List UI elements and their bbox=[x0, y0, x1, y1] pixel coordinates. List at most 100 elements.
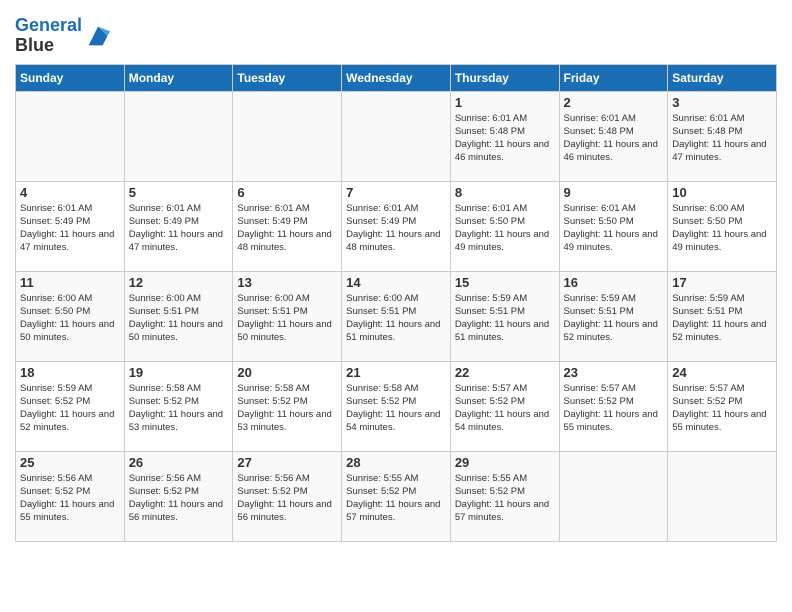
day-number: 7 bbox=[346, 185, 446, 200]
day-number: 10 bbox=[672, 185, 772, 200]
page-header: GeneralBlue bbox=[15, 10, 777, 56]
day-info: Sunrise: 5:55 AM Sunset: 5:52 PM Dayligh… bbox=[455, 472, 555, 525]
calendar-table: SundayMondayTuesdayWednesdayThursdayFrid… bbox=[15, 64, 777, 542]
day-info: Sunrise: 5:59 AM Sunset: 5:52 PM Dayligh… bbox=[20, 382, 120, 435]
calendar-cell: 21 Sunrise: 5:58 AM Sunset: 5:52 PM Dayli… bbox=[342, 361, 451, 451]
day-info: Sunrise: 5:58 AM Sunset: 5:52 PM Dayligh… bbox=[237, 382, 337, 435]
calendar-cell: 22 Sunrise: 5:57 AM Sunset: 5:52 PM Dayli… bbox=[450, 361, 559, 451]
calendar-cell: 12Sunrise: 6:00 AM Sunset: 5:51 PM Dayli… bbox=[124, 271, 233, 361]
calendar-cell: 1 Sunrise: 6:01 AM Sunset: 5:48 PM Daylig… bbox=[450, 91, 559, 181]
day-info: Sunrise: 5:58 AM Sunset: 5:52 PM Dayligh… bbox=[129, 382, 229, 435]
calendar-cell: 2 Sunrise: 6:01 AM Sunset: 5:48 PM Daylig… bbox=[559, 91, 668, 181]
day-number: 3 bbox=[672, 95, 772, 110]
day-number: 9 bbox=[564, 185, 664, 200]
calendar-cell: 27 Sunrise: 5:56 AM Sunset: 5:52 PM Dayli… bbox=[233, 451, 342, 541]
day-number: 8 bbox=[455, 185, 555, 200]
calendar-cell bbox=[124, 91, 233, 181]
calendar-cell: 18 Sunrise: 5:59 AM Sunset: 5:52 PM Dayli… bbox=[16, 361, 125, 451]
day-info: Sunrise: 6:01 AM Sunset: 5:48 PM Dayligh… bbox=[455, 112, 555, 165]
day-info: Sunrise: 6:01 AM Sunset: 5:49 PM Dayligh… bbox=[129, 202, 229, 255]
col-header-friday: Friday bbox=[559, 64, 668, 91]
day-info: Sunrise: 6:01 AM Sunset: 5:49 PM Dayligh… bbox=[20, 202, 120, 255]
day-number: 26 bbox=[129, 455, 229, 470]
day-info: Sunrise: 5:59 AM Sunset: 5:51 PM Dayligh… bbox=[455, 292, 555, 345]
day-info: Sunrise: 5:55 AM Sunset: 5:52 PM Dayligh… bbox=[346, 472, 446, 525]
day-info: Sunrise: 6:01 AM Sunset: 5:48 PM Dayligh… bbox=[564, 112, 664, 165]
day-number: 22 bbox=[455, 365, 555, 380]
calendar-cell bbox=[16, 91, 125, 181]
day-number: 20 bbox=[237, 365, 337, 380]
day-number: 15 bbox=[455, 275, 555, 290]
day-number: 25 bbox=[20, 455, 120, 470]
day-info: Sunrise: 6:01 AM Sunset: 5:50 PM Dayligh… bbox=[455, 202, 555, 255]
calendar-cell: 14 Sunrise: 6:00 AM Sunset: 5:51 PM Dayli… bbox=[342, 271, 451, 361]
col-header-monday: Monday bbox=[124, 64, 233, 91]
col-header-tuesday: Tuesday bbox=[233, 64, 342, 91]
day-info: Sunrise: 5:57 AM Sunset: 5:52 PM Dayligh… bbox=[672, 382, 772, 435]
day-info: Sunrise: 5:57 AM Sunset: 5:52 PM Dayligh… bbox=[455, 382, 555, 435]
day-number: 11 bbox=[20, 275, 120, 290]
calendar-cell: 4 Sunrise: 6:01 AM Sunset: 5:49 PM Daylig… bbox=[16, 181, 125, 271]
calendar-cell: 23 Sunrise: 5:57 AM Sunset: 5:52 PM Dayli… bbox=[559, 361, 668, 451]
day-info: Sunrise: 6:00 AM Sunset: 5:50 PM Dayligh… bbox=[20, 292, 120, 345]
logo-text: GeneralBlue bbox=[15, 16, 82, 56]
day-number: 6 bbox=[237, 185, 337, 200]
calendar-cell: 16 Sunrise: 5:59 AM Sunset: 5:51 PM Dayli… bbox=[559, 271, 668, 361]
calendar-cell bbox=[342, 91, 451, 181]
calendar-cell: 5 Sunrise: 6:01 AM Sunset: 5:49 PM Daylig… bbox=[124, 181, 233, 271]
day-info: Sunrise: 6:01 AM Sunset: 5:49 PM Dayligh… bbox=[346, 202, 446, 255]
calendar-cell: 10Sunrise: 6:00 AM Sunset: 5:50 PM Dayli… bbox=[668, 181, 777, 271]
calendar-cell: 15 Sunrise: 5:59 AM Sunset: 5:51 PM Dayli… bbox=[450, 271, 559, 361]
day-number: 16 bbox=[564, 275, 664, 290]
day-number: 18 bbox=[20, 365, 120, 380]
day-number: 24 bbox=[672, 365, 772, 380]
week-row-4: 18 Sunrise: 5:59 AM Sunset: 5:52 PM Dayli… bbox=[16, 361, 777, 451]
calendar-cell: 19 Sunrise: 5:58 AM Sunset: 5:52 PM Dayli… bbox=[124, 361, 233, 451]
calendar-cell bbox=[668, 451, 777, 541]
week-row-1: 1 Sunrise: 6:01 AM Sunset: 5:48 PM Daylig… bbox=[16, 91, 777, 181]
calendar-cell: 9 Sunrise: 6:01 AM Sunset: 5:50 PM Daylig… bbox=[559, 181, 668, 271]
day-number: 21 bbox=[346, 365, 446, 380]
day-info: Sunrise: 6:00 AM Sunset: 5:51 PM Dayligh… bbox=[346, 292, 446, 345]
day-number: 12 bbox=[129, 275, 229, 290]
day-info: Sunrise: 6:01 AM Sunset: 5:49 PM Dayligh… bbox=[237, 202, 337, 255]
calendar-cell: 26 Sunrise: 5:56 AM Sunset: 5:52 PM Dayli… bbox=[124, 451, 233, 541]
calendar-cell: 13 Sunrise: 6:00 AM Sunset: 5:51 PM Dayli… bbox=[233, 271, 342, 361]
day-number: 14 bbox=[346, 275, 446, 290]
day-number: 2 bbox=[564, 95, 664, 110]
day-info: Sunrise: 5:56 AM Sunset: 5:52 PM Dayligh… bbox=[129, 472, 229, 525]
day-info: Sunrise: 5:58 AM Sunset: 5:52 PM Dayligh… bbox=[346, 382, 446, 435]
day-number: 13 bbox=[237, 275, 337, 290]
logo: GeneralBlue bbox=[15, 16, 112, 56]
calendar-cell: 11 Sunrise: 6:00 AM Sunset: 5:50 PM Dayli… bbox=[16, 271, 125, 361]
day-number: 4 bbox=[20, 185, 120, 200]
day-info: Sunrise: 5:57 AM Sunset: 5:52 PM Dayligh… bbox=[564, 382, 664, 435]
calendar-cell: 29Sunrise: 5:55 AM Sunset: 5:52 PM Dayli… bbox=[450, 451, 559, 541]
day-info: Sunrise: 5:56 AM Sunset: 5:52 PM Dayligh… bbox=[237, 472, 337, 525]
calendar-cell: 7 Sunrise: 6:01 AM Sunset: 5:49 PM Daylig… bbox=[342, 181, 451, 271]
col-header-sunday: Sunday bbox=[16, 64, 125, 91]
calendar-cell: 8 Sunrise: 6:01 AM Sunset: 5:50 PM Daylig… bbox=[450, 181, 559, 271]
day-number: 19 bbox=[129, 365, 229, 380]
day-info: Sunrise: 5:59 AM Sunset: 5:51 PM Dayligh… bbox=[672, 292, 772, 345]
col-header-saturday: Saturday bbox=[668, 64, 777, 91]
day-number: 17 bbox=[672, 275, 772, 290]
logo-icon bbox=[84, 22, 112, 50]
calendar-cell: 24 Sunrise: 5:57 AM Sunset: 5:52 PM Dayli… bbox=[668, 361, 777, 451]
day-number: 1 bbox=[455, 95, 555, 110]
col-header-thursday: Thursday bbox=[450, 64, 559, 91]
calendar-cell: 25 Sunrise: 5:56 AM Sunset: 5:52 PM Dayli… bbox=[16, 451, 125, 541]
col-header-wednesday: Wednesday bbox=[342, 64, 451, 91]
calendar-cell bbox=[233, 91, 342, 181]
day-number: 23 bbox=[564, 365, 664, 380]
day-number: 28 bbox=[346, 455, 446, 470]
day-info: Sunrise: 6:01 AM Sunset: 5:48 PM Dayligh… bbox=[672, 112, 772, 165]
day-info: Sunrise: 6:00 AM Sunset: 5:51 PM Dayligh… bbox=[237, 292, 337, 345]
day-info: Sunrise: 5:59 AM Sunset: 5:51 PM Dayligh… bbox=[564, 292, 664, 345]
day-info: Sunrise: 6:01 AM Sunset: 5:50 PM Dayligh… bbox=[564, 202, 664, 255]
calendar-cell: 28 Sunrise: 5:55 AM Sunset: 5:52 PM Dayli… bbox=[342, 451, 451, 541]
day-number: 5 bbox=[129, 185, 229, 200]
day-number: 27 bbox=[237, 455, 337, 470]
calendar-cell: 17 Sunrise: 5:59 AM Sunset: 5:51 PM Dayli… bbox=[668, 271, 777, 361]
day-info: Sunrise: 5:56 AM Sunset: 5:52 PM Dayligh… bbox=[20, 472, 120, 525]
